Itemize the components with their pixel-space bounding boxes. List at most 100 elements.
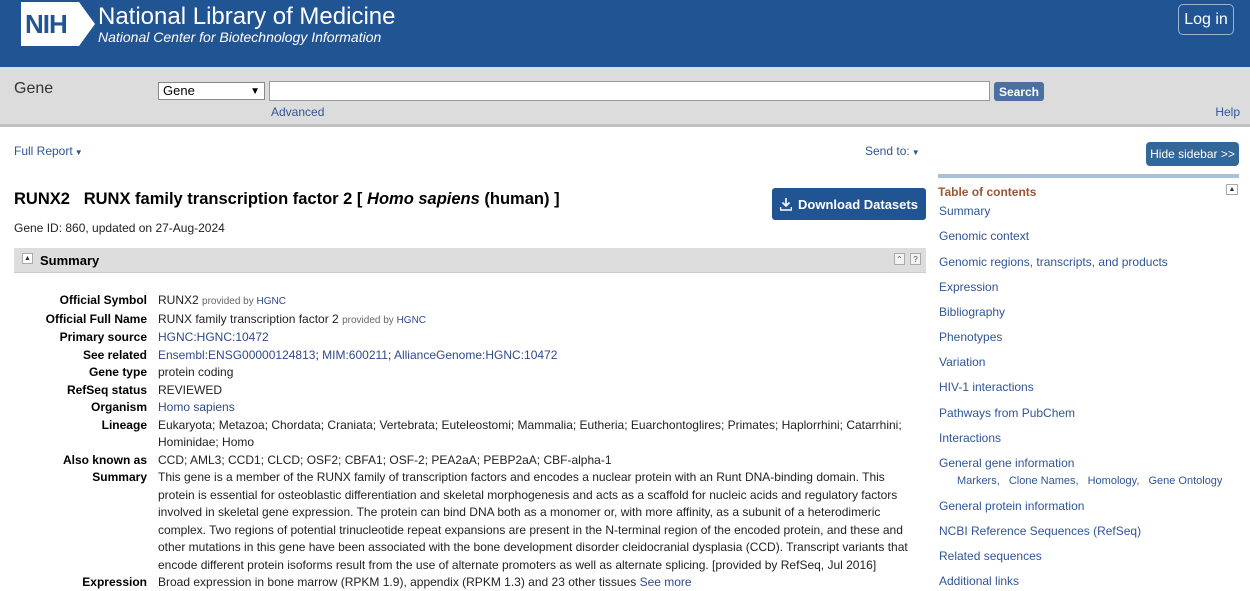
toc-subitem-markers[interactable]: Markers, [957,475,1000,487]
site-title[interactable]: National Library of Medicine [98,3,395,31]
summary-details: Official Symbol RUNX2 provided by HGNC O… [14,292,914,591]
toc-item-refseq[interactable]: NCBI Reference Sequences (RefSeq) [939,524,1141,538]
download-icon [780,197,793,211]
primary-source-row: Primary source HGNC:HGNC:10472 [14,329,914,347]
help-icon[interactable]: ? [910,253,921,265]
toc-item-variation[interactable]: Variation [939,355,985,369]
see-related-label: See related [82,347,147,362]
official-symbol-value: RUNX2 [158,293,199,307]
toc-item-expression[interactable]: Expression [939,280,998,294]
top-of-page-icon[interactable]: ⌃ [894,253,905,265]
hide-sidebar-button[interactable]: Hide sidebar >> [1146,142,1239,166]
advanced-search-link[interactable]: Advanced [271,105,324,119]
alliance-genome-link[interactable]: AllianceGenome:HGNC:10472 [394,348,557,362]
nih-logo-arrow [79,2,95,46]
separator: ; [315,347,319,362]
aka-value: CCD; AML3; CCD1; CLCD; OSF2; CBFA1; OSF-… [158,452,612,467]
summary-text: This gene is a member of the RUNX family… [158,470,908,572]
gene-id: Gene ID: 860, updated on 27-Aug-2024 [14,221,225,235]
expression-value: Broad expression in bone marrow (RPKM 1.… [158,575,637,589]
gene-type-label: Gene type [88,365,147,379]
send-to-menu[interactable]: Send to: ▼ [865,144,920,158]
gene-species-common: (human) ] [484,190,560,208]
expression-label: Expression [82,575,147,589]
download-datasets-label: Download Datasets [798,196,918,212]
search-button[interactable]: Search [994,82,1044,101]
organism-row: Organism Homo sapiens [14,399,914,417]
toc-item-related-sequences[interactable]: Related sequences [939,549,1042,563]
lineage-value: Eukaryota; Metazoa; Chordata; Craniata; … [158,417,902,450]
refseq-status-label: RefSeq status [66,382,147,397]
summary-section-header[interactable]: ▲ Summary ⌃ ? [14,248,926,273]
toc-item-hiv-interactions[interactable]: HIV-1 interactions [939,380,1034,394]
section-title: Summary [40,253,100,268]
toc-divider [938,174,1239,178]
chevron-down-icon: ▼ [250,86,260,97]
toc-item-additional-links[interactable]: Additional links [939,574,1019,588]
lineage-row: Lineage Eukaryota; Metazoa; Chordata; Cr… [14,417,914,452]
nih-logo[interactable]: NIH [21,2,95,46]
toc-item-phenotypes[interactable]: Phenotypes [939,330,1002,344]
official-full-name-row: Official Full Name RUNX family transcrip… [14,311,914,330]
collapse-icon[interactable]: ▲ [22,253,33,264]
send-to-label: Send to: [865,144,910,158]
toc-item-summary[interactable]: Summary [939,204,990,218]
official-symbol-label: Official Symbol [59,293,147,307]
official-symbol-row: Official Symbol RUNX2 provided by HGNC [14,292,914,311]
toc-item-genomic-context[interactable]: Genomic context [939,229,1029,243]
site-header: NIH National Library of Medicine Nationa… [0,0,1250,67]
download-datasets-button[interactable]: Download Datasets [772,188,926,220]
gene-symbol: RUNX2 [14,190,70,208]
toc-subitem-gene-ontology[interactable]: Gene Ontology [1148,475,1222,487]
toc-item-pathways[interactable]: Pathways from PubChem [939,406,1075,420]
toc-item-genomic-regions[interactable]: Genomic regions, transcripts, and produc… [939,255,1168,269]
provided-by-label: provided by [202,296,254,307]
ensembl-link[interactable]: Ensembl:ENSG00000124813 [158,348,315,362]
toc-item-bibliography[interactable]: Bibliography [939,305,1005,319]
collapse-icon[interactable]: ▲ [1226,184,1238,195]
display-format-menu[interactable]: Full Report ▼ [14,144,83,158]
site-subtitle[interactable]: National Center for Biotechnology Inform… [98,29,381,45]
official-full-name-label: Official Full Name [45,311,147,326]
database-label: Gene [14,80,54,97]
primary-source-link[interactable]: HGNC:HGNC:10472 [158,330,269,344]
aka-row: Also known as CCD; AML3; CCD1; CLCD; OSF… [14,452,914,470]
search-input[interactable] [269,81,990,101]
mim-link[interactable]: MIM:600211 [322,348,388,362]
official-full-name-value: RUNX family transcription factor 2 [158,311,339,326]
refseq-status-value: REVIEWED [158,382,223,397]
toc-item-general-protein-info[interactable]: General protein information [939,499,1084,513]
display-format-label: Full Report [14,144,73,158]
hgnc-link[interactable]: HGNC [397,315,426,326]
hgnc-link[interactable]: HGNC [257,296,286,307]
organism-link[interactable]: Homo sapiens [158,400,235,414]
toc-subitem-clone-names[interactable]: Clone Names, [1009,475,1079,487]
lineage-label: Lineage [101,417,147,432]
help-link[interactable]: Help [1215,105,1240,119]
nih-logo-text: NIH [21,2,79,46]
organism-label: Organism [90,400,147,414]
toc-title: Table of contents [938,185,1037,199]
gene-species: Homo sapiens [367,190,480,208]
toc-subitems: Markers, Clone Names, Homology, Gene Ont… [957,475,1228,487]
refseq-status-row: RefSeq status REVIEWED [14,382,914,400]
see-related-row: See related Ensembl:ENSG00000124813; MIM… [14,347,914,365]
login-button[interactable]: Log in [1178,4,1234,35]
database-select[interactable]: Gene ▼ [158,82,265,100]
see-more-link[interactable]: See more [640,575,692,589]
expression-row: Expression Broad expression in bone marr… [14,574,914,591]
primary-source-label: Primary source [59,330,147,344]
page-title: RUNX2 RUNX family transcription factor 2… [14,190,560,209]
search-bar: Gene Gene ▼ Search Advanced Help [0,67,1250,127]
separator: ; [387,347,392,362]
summary-label: Summary [92,470,147,484]
toc-item-general-gene-info[interactable]: General gene information [939,456,1074,470]
caret-down-icon: ▼ [911,148,920,157]
gene-type-value: protein coding [158,365,234,379]
summary-row: Summary This gene is a member of the RUN… [14,469,914,574]
toc-item-interactions[interactable]: Interactions [939,431,1001,445]
database-select-value: Gene [163,83,195,98]
toc-subitem-homology[interactable]: Homology, [1088,475,1140,487]
aka-label: Also known as [62,452,147,467]
gene-type-row: Gene type protein coding [14,364,914,382]
